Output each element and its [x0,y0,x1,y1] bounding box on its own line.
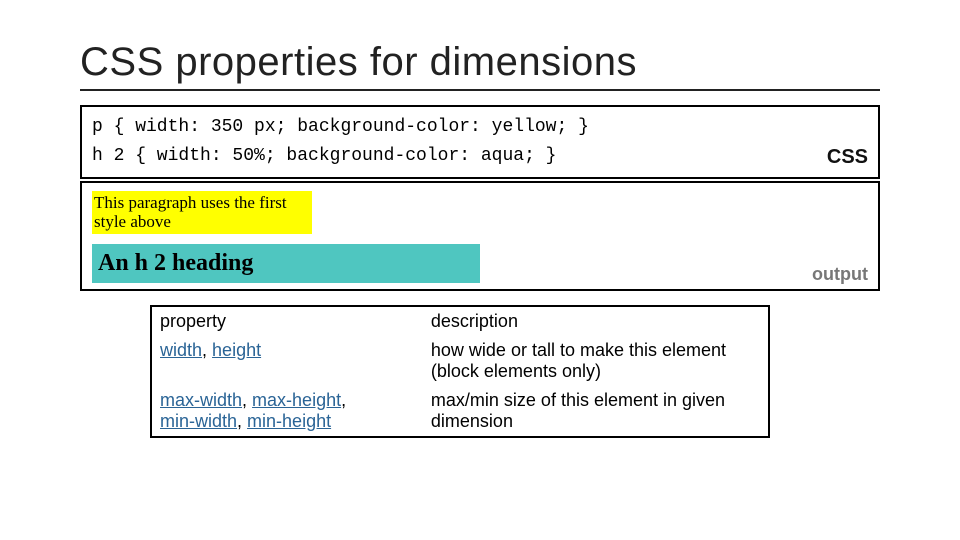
table-cell-desc: max/min size of this element in given di… [423,386,769,437]
code-line-2: h 2 { width: 50%; background-color: aqua… [92,142,868,171]
table-cell-props: width, height [151,336,423,386]
css-code-box: p { width: 350 px; background-color: yel… [80,105,880,179]
slide-title: CSS properties for dimensions [80,40,880,91]
table-header-description: description [423,306,769,336]
demo-h2-heading: An h 2 heading [92,244,480,283]
table-header-row: property description [151,306,769,336]
table-header-property: property [151,306,423,336]
demo-paragraph: This paragraph uses the first style abov… [92,191,312,234]
property-link[interactable]: height [212,340,261,360]
table-cell-desc: how wide or tall to make this element (b… [423,336,769,386]
property-link[interactable]: max-width [160,390,242,410]
table-row: width, height how wide or tall to make t… [151,336,769,386]
output-box: This paragraph uses the first style abov… [80,181,880,291]
properties-table: property description width, height how w… [150,305,770,438]
property-link[interactable]: min-width [160,411,237,431]
table-row: max-width, max-height, min-width, min-he… [151,386,769,437]
code-line-1: p { width: 350 px; background-color: yel… [92,113,868,142]
slide: CSS properties for dimensions p { width:… [0,0,960,458]
property-link[interactable]: min-height [247,411,331,431]
code-box-label: CSS [827,141,868,173]
table-cell-props: max-width, max-height, min-width, min-he… [151,386,423,437]
property-link[interactable]: width [160,340,202,360]
property-link[interactable]: max-height [252,390,341,410]
output-box-label: output [812,264,868,285]
